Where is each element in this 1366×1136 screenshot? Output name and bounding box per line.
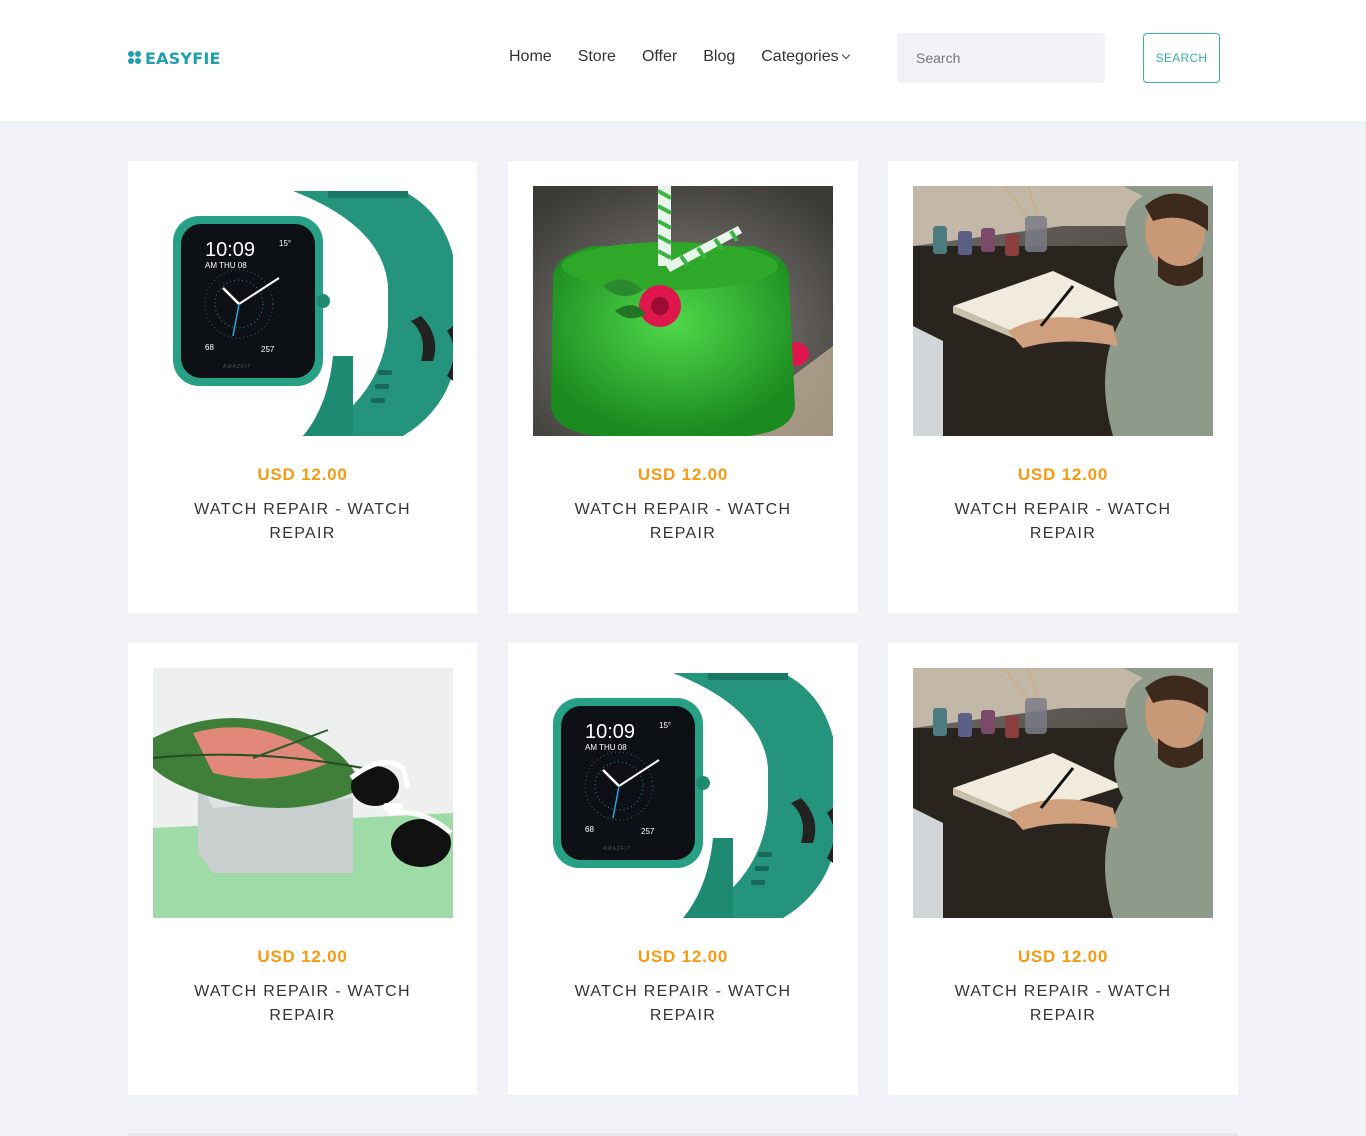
nav-categories[interactable]: Categories — [761, 48, 850, 66]
product-image-smartwatch[interactable]: 10:09 15° AM THU 08 68 257 AMAZFIT — [153, 186, 453, 436]
watch-temp-text: 15° — [659, 721, 671, 730]
product-price: USD 12.00 — [257, 465, 348, 484]
nav-categories-label: Categories — [761, 48, 839, 65]
brand-logo[interactable]: EASYFIE — [128, 47, 221, 69]
site-header: EASYFIE Home Store Offer Blog Categories… — [0, 0, 1366, 121]
search-input[interactable] — [897, 33, 1105, 83]
product-image-man-drawing[interactable] — [913, 668, 1213, 918]
watch-time-text: 10:09 — [205, 239, 255, 261]
nav-home[interactable]: Home — [509, 48, 552, 66]
product-card[interactable]: 10:09 15° AM THU 08 68 257 AMAZFIT USD 1… — [128, 161, 477, 613]
product-card[interactable]: USD 12.00 WATCH REPAIR - WATCH REPAIR — [128, 643, 477, 1095]
watch-heart-text: 68 — [585, 825, 594, 834]
nav-store[interactable]: Store — [578, 48, 616, 66]
product-price: USD 12.00 — [1017, 465, 1109, 484]
nav-offer[interactable]: Offer — [642, 48, 677, 66]
nav-blog[interactable]: Blog — [703, 48, 735, 66]
product-image-smoothie[interactable] — [533, 186, 833, 436]
product-image-man-drawing[interactable] — [913, 186, 1213, 436]
watch-kcal-text: 257 — [261, 345, 275, 354]
product-title[interactable]: WATCH REPAIR - WATCH REPAIR — [168, 980, 437, 1028]
product-title[interactable]: WATCH REPAIR - WATCH REPAIR — [168, 498, 437, 546]
watch-temp-text: 15° — [279, 239, 291, 248]
watch-day-text: AM THU 08 — [205, 261, 247, 270]
product-card[interactable]: USD 12.00 WATCH REPAIR - WATCH REPAIR — [888, 161, 1238, 613]
product-card[interactable]: USD 12.00 WATCH REPAIR - WATCH REPAIR — [888, 643, 1238, 1095]
logo-dots-icon — [128, 51, 143, 65]
product-image-smartwatch[interactable]: 10:09 15° AM THU 08 68 257 AMAZFIT — [533, 668, 833, 918]
chevron-down-icon — [841, 50, 850, 60]
main-nav: Home Store Offer Blog Categories — [509, 46, 850, 68]
product-price: USD 12.00 — [637, 465, 729, 484]
watch-kcal-text: 257 — [641, 827, 655, 836]
product-image-sunglasses-leaf[interactable] — [153, 668, 453, 918]
watch-brand-text: AMAZFIT — [603, 846, 631, 852]
watch-heart-text: 68 — [205, 343, 214, 352]
product-title[interactable]: WATCH REPAIR - WATCH REPAIR — [928, 980, 1198, 1028]
product-title[interactable]: WATCH REPAIR - WATCH REPAIR — [548, 498, 818, 546]
product-price: USD 12.00 — [1017, 947, 1109, 966]
watch-brand-text: AMAZFIT — [223, 364, 251, 370]
product-card[interactable]: USD 12.00 WATCH REPAIR - WATCH REPAIR — [508, 161, 858, 613]
product-price: USD 12.00 — [257, 947, 348, 966]
watch-day-text: AM THU 08 — [585, 743, 627, 752]
product-card[interactable]: 10:09 15° AM THU 08 68 257 AMAZFIT USD 1… — [508, 643, 858, 1095]
product-title[interactable]: WATCH REPAIR - WATCH REPAIR — [928, 498, 1198, 546]
product-price: USD 12.00 — [637, 947, 729, 966]
search-button[interactable]: SEARCH — [1143, 33, 1220, 83]
watch-time-text: 10:09 — [585, 721, 635, 743]
product-title[interactable]: WATCH REPAIR - WATCH REPAIR — [548, 980, 818, 1028]
brand-name: EASYFIE — [145, 48, 221, 68]
